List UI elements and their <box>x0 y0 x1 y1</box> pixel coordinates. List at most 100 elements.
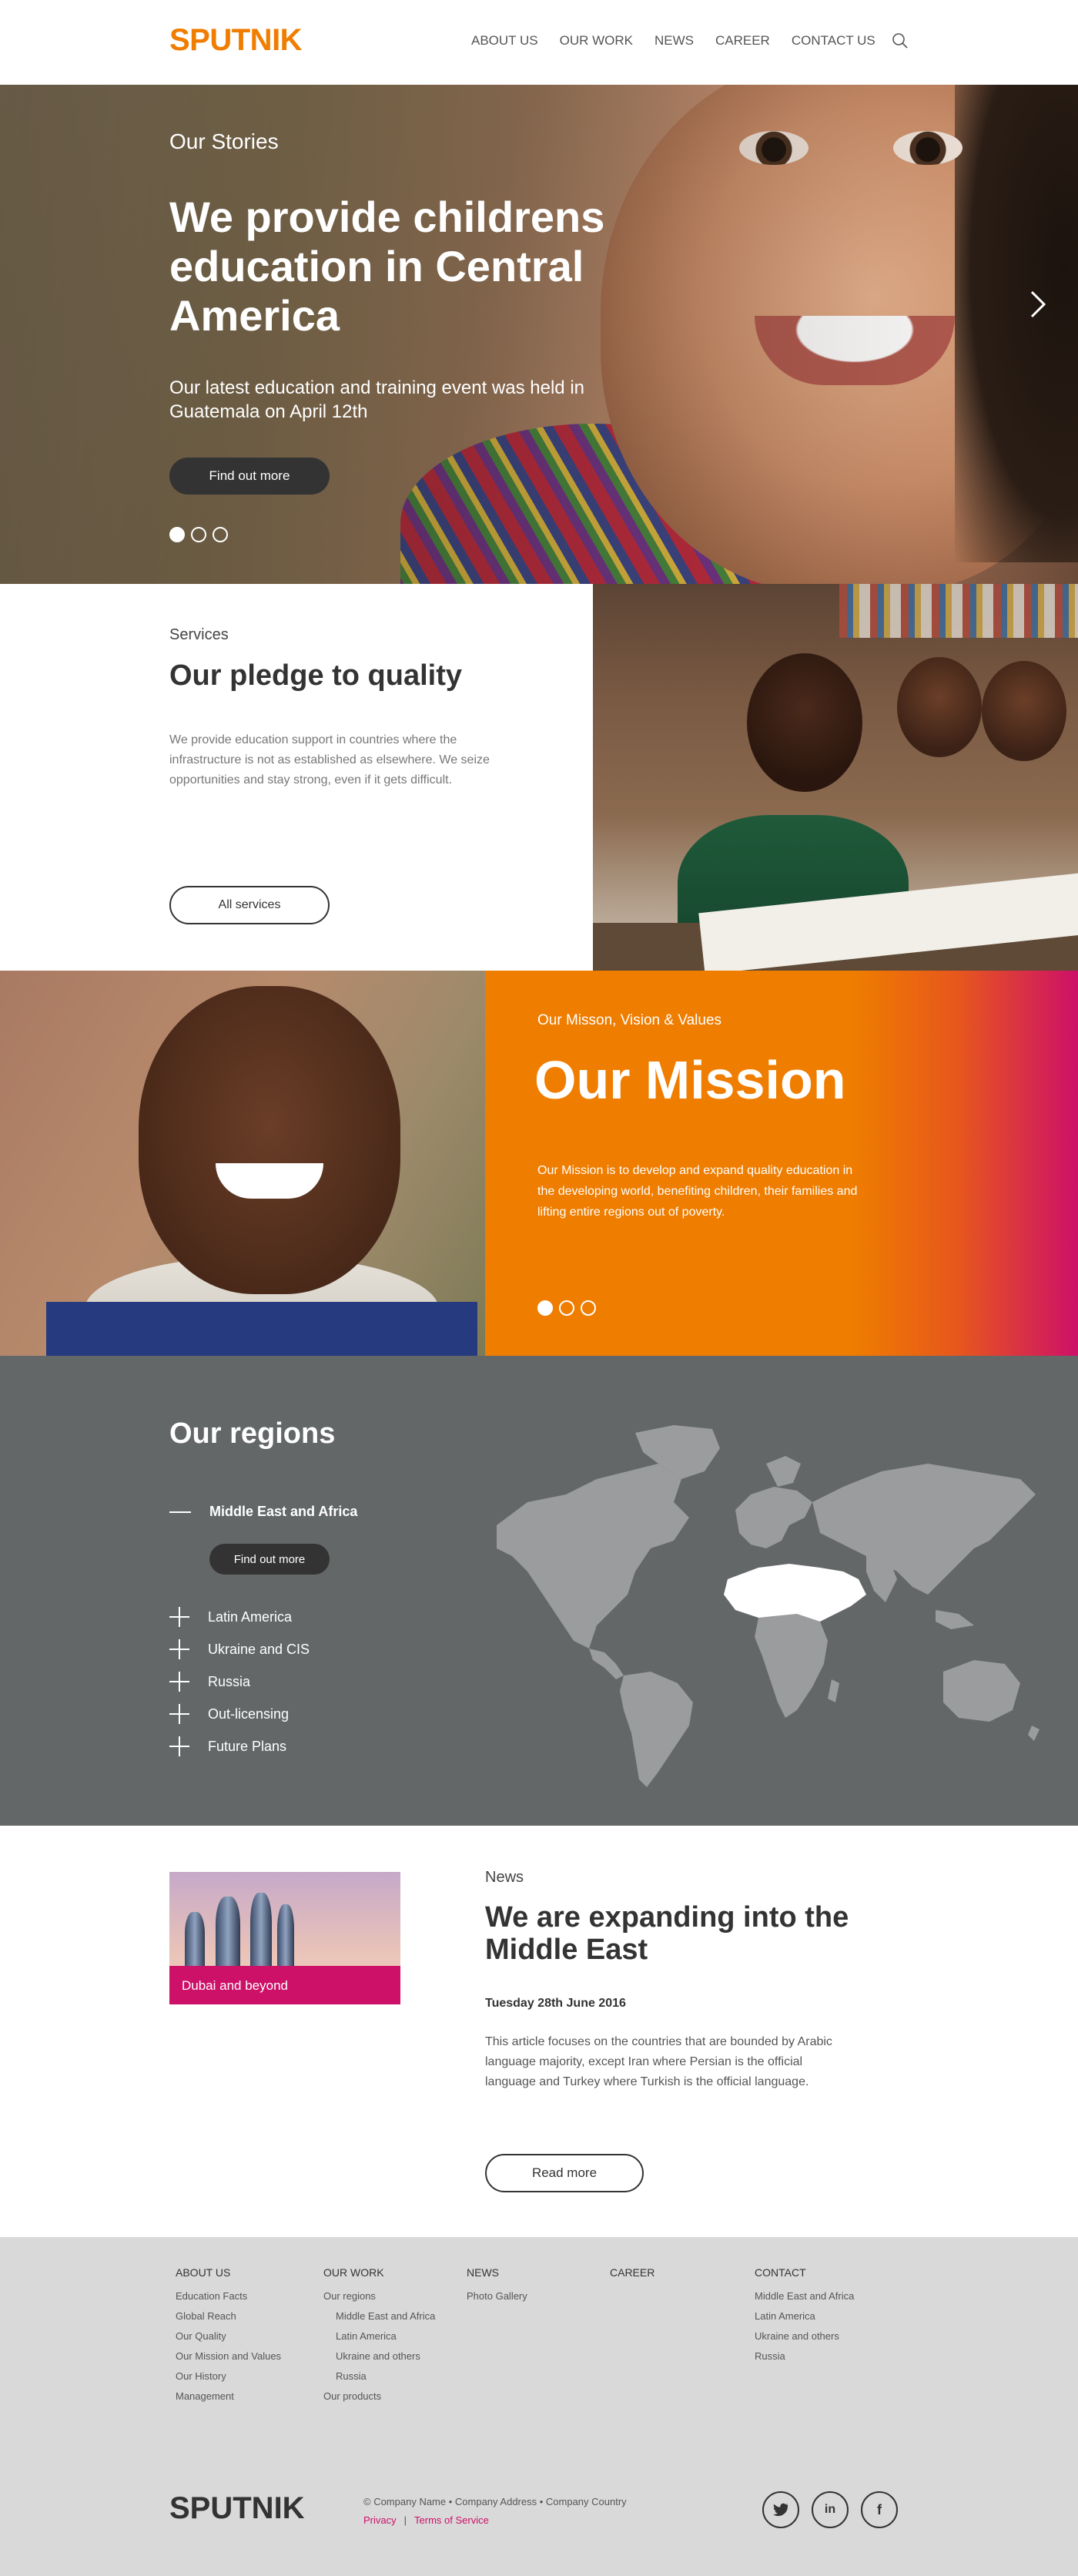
services-section: Services Our pledge to quality We provid… <box>0 584 1078 971</box>
twitter-icon[interactable] <box>762 2491 799 2528</box>
region-label: Middle East and Africa <box>209 1504 358 1519</box>
mission-text: Our Mission is to develop and expand qua… <box>537 1164 858 1219</box>
read-more-button[interactable]: Read more <box>485 2154 644 2192</box>
search-icon[interactable] <box>892 32 909 49</box>
hero-subtitle: Our latest education and training event … <box>169 377 585 422</box>
footer-link[interactable]: Our History <box>176 2366 281 2386</box>
footer-link[interactable]: Photo Gallery <box>467 2286 527 2306</box>
services-kicker: Services <box>169 626 229 643</box>
boy-photo-jacket <box>46 1302 477 1356</box>
footer-link[interactable]: Ukraine and others <box>755 2326 854 2346</box>
hero-kicker: Our Stories <box>169 129 279 153</box>
nav-career[interactable]: CAREER <box>715 33 770 49</box>
classroom-photo <box>593 584 1078 971</box>
region-label: Out-licensing <box>208 1706 290 1722</box>
facebook-icon[interactable]: f <box>861 2491 898 2528</box>
footer-link[interactable]: Our regions <box>323 2286 435 2306</box>
footer-logo[interactable]: SPUTNIK <box>169 2491 305 2526</box>
region-item-active[interactable]: Middle East and Africa <box>169 1504 357 1520</box>
news-section: Dubai and beyond News We are expanding i… <box>0 1826 1078 2237</box>
regions-title: Our regions <box>169 1417 336 1450</box>
footer-copyright: © Company Name • Company Address • Compa… <box>363 2496 627 2507</box>
footer-heading[interactable]: CAREER <box>610 2266 654 2279</box>
region-item-ukraine-cis[interactable]: Ukraine and CIS <box>169 1633 310 1665</box>
slide-dot-2[interactable] <box>559 1300 574 1316</box>
footer-column-career: CAREER <box>610 2266 654 2286</box>
region-label: Latin America <box>208 1608 293 1625</box>
privacy-link[interactable]: Privacy <box>363 2514 397 2526</box>
footer-heading[interactable]: CONTACT <box>755 2266 854 2279</box>
plus-icon <box>169 1736 189 1756</box>
footer-heading[interactable]: ABOUT US <box>176 2266 281 2279</box>
news-title: We are expanding into the Middle East <box>485 1901 849 1966</box>
boy-photo-face <box>139 986 400 1294</box>
footer-heading[interactable]: NEWS <box>467 2266 527 2279</box>
slide-dot-1[interactable] <box>537 1300 553 1316</box>
footer-column-about: ABOUT US Education Facts Global Reach Ou… <box>176 2266 281 2407</box>
region-item-out-licensing[interactable]: Out-licensing <box>169 1698 310 1730</box>
linkedin-icon[interactable]: in <box>812 2491 849 2528</box>
region-label: Russia <box>208 1673 251 1689</box>
nav-news[interactable]: NEWS <box>654 33 694 49</box>
footer-link[interactable]: Middle East and Africa <box>323 2306 435 2326</box>
region-find-out-more-button[interactable]: Find out more <box>209 1544 330 1575</box>
main-nav: ABOUT US OUR WORK NEWS CAREER CONTACT US <box>471 33 897 49</box>
slide-dot-1[interactable] <box>169 527 185 542</box>
footer-column-contact: CONTACT Middle East and Africa Latin Ame… <box>755 2266 854 2366</box>
terms-link[interactable]: Terms of Service <box>414 2514 489 2526</box>
plus-icon <box>169 1607 189 1627</box>
slide-dot-3[interactable] <box>581 1300 596 1316</box>
classroom-child <box>747 653 862 792</box>
footer-link[interactable]: Our products <box>323 2386 435 2407</box>
footer-link[interactable]: Our Mission and Values <box>176 2346 281 2366</box>
footer-link[interactable]: Russia <box>323 2366 435 2386</box>
services-title: Our pledge to quality <box>169 659 463 692</box>
site-logo[interactable]: SPUTNIK <box>169 23 303 58</box>
news-card-caption: Dubai and beyond <box>169 1966 400 2004</box>
nav-our-work[interactable]: OUR WORK <box>560 33 633 49</box>
hero-slider: Our Stories We provide childrens educati… <box>0 85 1078 584</box>
plus-icon <box>169 1704 189 1724</box>
region-item-latin-america[interactable]: Latin America <box>169 1601 310 1633</box>
services-text: We provide education support in countrie… <box>169 733 490 787</box>
site-header: SPUTNIK ABOUT US OUR WORK NEWS CAREER CO… <box>0 0 1078 85</box>
slide-dot-2[interactable] <box>191 527 206 542</box>
footer-link[interactable]: Latin America <box>323 2326 435 2346</box>
footer-legal-links: Privacy | Terms of Service <box>363 2514 489 2526</box>
mission-kicker: Our Misson, Vision & Values <box>537 1012 722 1028</box>
region-item-future-plans[interactable]: Future Plans <box>169 1730 310 1763</box>
classroom-window <box>839 584 1078 638</box>
footer-heading[interactable]: OUR WORK <box>323 2266 435 2279</box>
footer-link[interactable]: Management <box>176 2386 281 2407</box>
hero-pagination <box>169 527 228 542</box>
plus-icon <box>169 1639 189 1659</box>
hero-title: We provide childrens education in Centra… <box>169 193 605 340</box>
region-label: Future Plans <box>208 1738 287 1754</box>
mission-title: Our Mission <box>534 1050 846 1110</box>
footer-link[interactable]: Global Reach <box>176 2306 281 2326</box>
footer-link[interactable]: Our Quality <box>176 2326 281 2346</box>
footer-link[interactable]: Latin America <box>755 2306 854 2326</box>
footer-link[interactable]: Middle East and Africa <box>755 2286 854 2306</box>
skyscraper <box>250 1893 272 1966</box>
news-card[interactable]: Dubai and beyond <box>169 1872 400 2004</box>
footer-link[interactable]: Russia <box>755 2346 854 2366</box>
region-item-russia[interactable]: Russia <box>169 1665 310 1698</box>
plus-icon <box>169 1672 189 1692</box>
all-services-button[interactable]: All services <box>169 886 330 924</box>
classroom-child <box>982 661 1066 761</box>
chevron-right-icon[interactable] <box>1029 289 1047 320</box>
nav-about-us[interactable]: ABOUT US <box>471 33 538 49</box>
slide-dot-3[interactable] <box>213 527 228 542</box>
skyscraper <box>216 1897 240 1966</box>
mission-section: Our Misson, Vision & Values Our Mission … <box>0 971 1078 1356</box>
world-map[interactable] <box>481 1417 1047 1795</box>
footer-link[interactable]: Ukraine and others <box>323 2346 435 2366</box>
minus-icon <box>169 1511 191 1513</box>
footer-link[interactable]: Education Facts <box>176 2286 281 2306</box>
news-text: This article focuses on the countries th… <box>485 2035 832 2088</box>
site-footer: ABOUT US Education Facts Global Reach Ou… <box>0 2237 1078 2576</box>
classroom-child <box>897 657 982 757</box>
find-out-more-button[interactable]: Find out more <box>169 458 330 495</box>
nav-contact-us[interactable]: CONTACT US <box>792 33 875 49</box>
